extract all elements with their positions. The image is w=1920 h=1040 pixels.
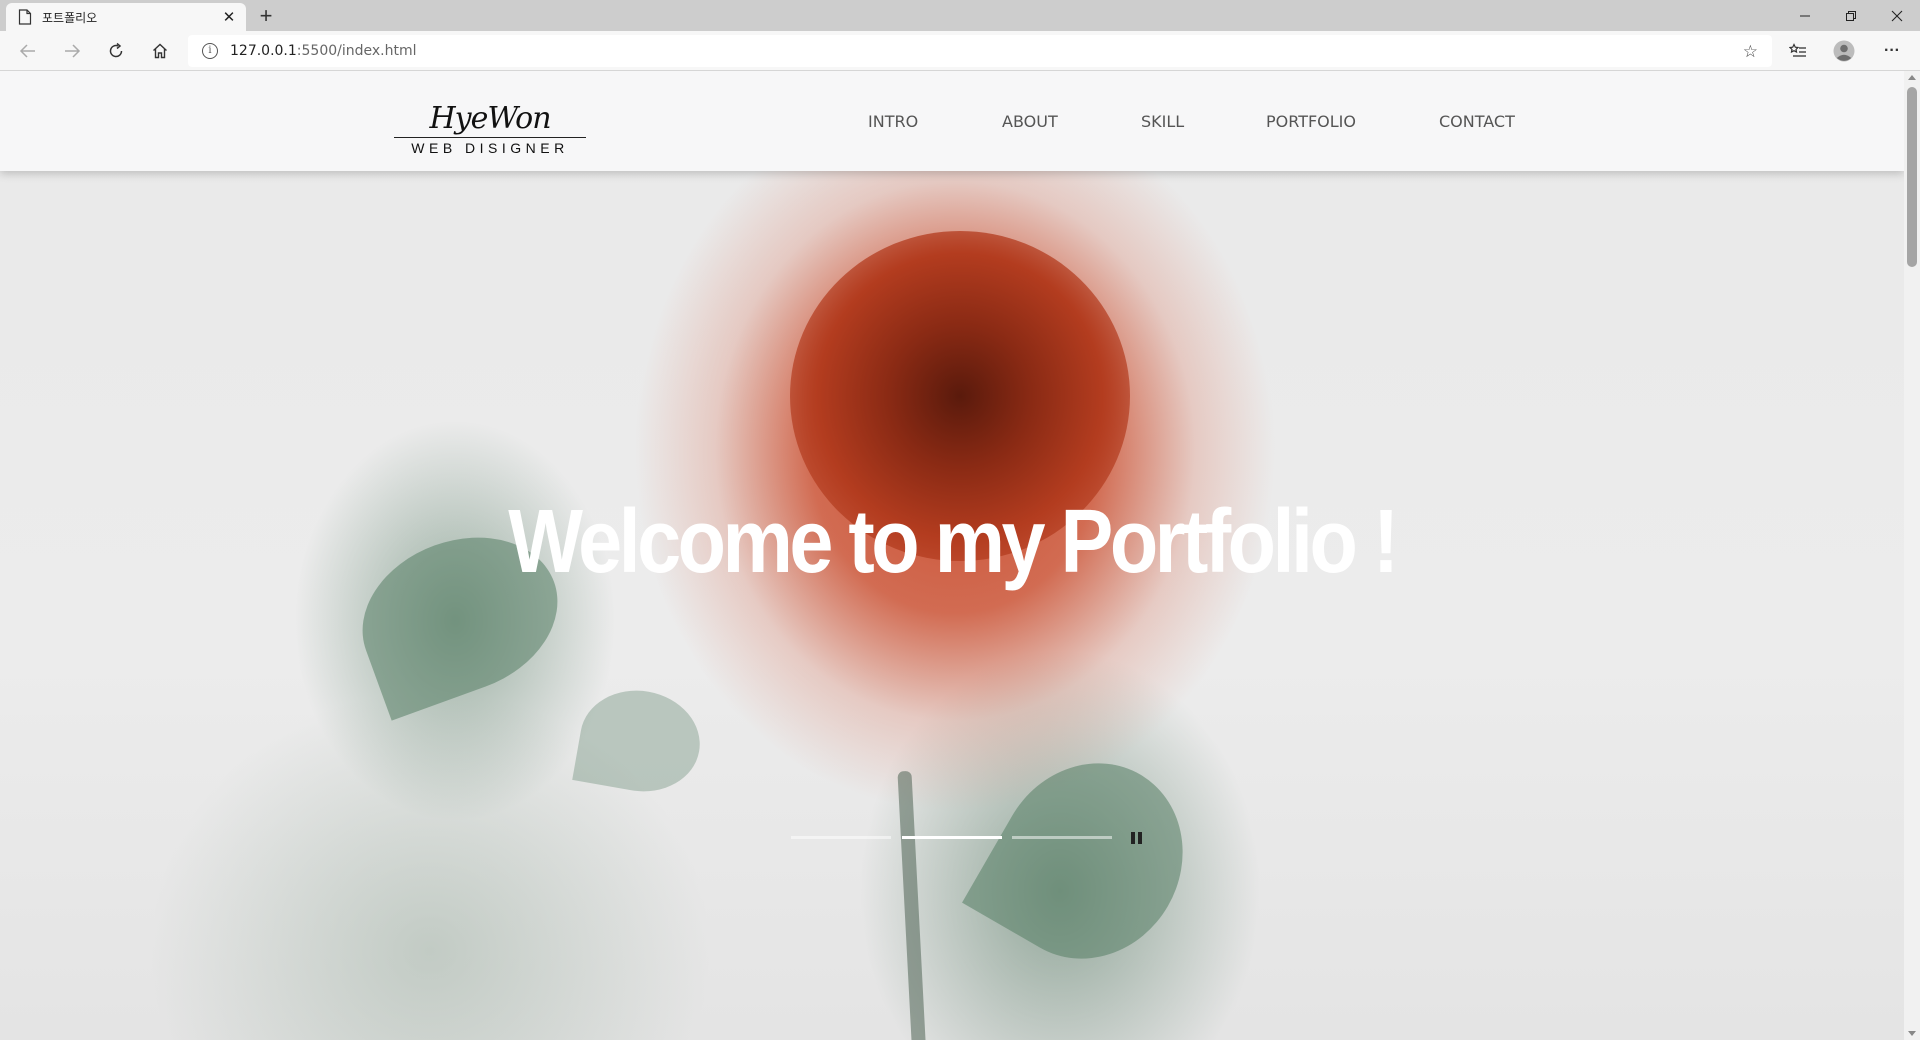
back-icon bbox=[19, 44, 35, 58]
back-button[interactable] bbox=[12, 36, 44, 66]
nav-about[interactable]: ABOUT bbox=[1002, 112, 1058, 131]
pause-icon[interactable] bbox=[1131, 832, 1143, 844]
tab-title: 포트폴리오 bbox=[42, 10, 98, 25]
nav-contact[interactable]: CONTACT bbox=[1439, 112, 1515, 131]
refresh-button[interactable] bbox=[100, 36, 132, 66]
scroll-down-icon[interactable] bbox=[1908, 1031, 1916, 1036]
logo-subtitle: WEB DISIGNER bbox=[411, 140, 569, 156]
forward-icon bbox=[65, 44, 81, 58]
document-icon bbox=[18, 9, 32, 25]
hero-headline: Welcome to my Portfolio ! bbox=[508, 492, 1399, 592]
nav-intro[interactable]: INTRO bbox=[868, 112, 918, 131]
info-icon[interactable]: i bbox=[202, 43, 218, 59]
close-window-button[interactable] bbox=[1874, 0, 1920, 31]
url-text[interactable]: 127.0.0.1:5500/index.html bbox=[230, 43, 417, 59]
main-nav: INTRO ABOUT SKILL PORTFOLIO CONTACT bbox=[0, 112, 1904, 132]
home-button[interactable] bbox=[144, 36, 176, 66]
restore-button[interactable] bbox=[1828, 0, 1874, 31]
browser-tab[interactable]: 포트폴리오 ✕ bbox=[6, 3, 246, 31]
nav-portfolio[interactable]: PORTFOLIO bbox=[1266, 112, 1356, 131]
site-header: HyeWon WEB DISIGNER INTRO ABOUT SKILL PO… bbox=[0, 71, 1904, 171]
browser-tabbar: 포트폴리오 ✕ + bbox=[0, 0, 1920, 31]
logo-divider bbox=[394, 137, 586, 138]
slider-bar-3[interactable] bbox=[1012, 836, 1112, 839]
leaf-shape bbox=[572, 681, 708, 801]
home-icon bbox=[153, 43, 167, 59]
new-tab-button[interactable]: + bbox=[252, 3, 280, 29]
minimize-icon bbox=[1800, 15, 1810, 16]
page-viewport: Welcome to my Portfolio ! HyeWon WEB DIS… bbox=[0, 71, 1920, 1040]
stem-shape bbox=[897, 770, 927, 1040]
scroll-up-icon[interactable] bbox=[1908, 75, 1916, 80]
address-bar[interactable]: i 127.0.0.1:5500/index.html ☆ bbox=[188, 35, 1772, 67]
profile-icon bbox=[1833, 40, 1855, 62]
minimize-button[interactable] bbox=[1782, 0, 1828, 31]
forward-button[interactable] bbox=[56, 36, 88, 66]
nav-skill[interactable]: SKILL bbox=[1141, 112, 1184, 131]
slider-bar-1[interactable] bbox=[791, 836, 891, 839]
refresh-icon bbox=[109, 42, 123, 58]
address-toolbar: i 127.0.0.1:5500/index.html ☆ ··· bbox=[0, 31, 1920, 71]
slider-bar-2[interactable] bbox=[902, 836, 1002, 839]
favorites-icon bbox=[1789, 43, 1806, 57]
hero-slider: Welcome to my Portfolio ! bbox=[0, 71, 1904, 1040]
leaf-shape bbox=[962, 729, 1218, 993]
restore-icon bbox=[1846, 10, 1856, 21]
close-icon bbox=[1891, 10, 1903, 21]
favorites-button[interactable] bbox=[1782, 36, 1814, 66]
more-icon[interactable]: ··· bbox=[1876, 36, 1908, 66]
url-host: 127.0.0.1 bbox=[230, 43, 297, 59]
star-icon[interactable]: ☆ bbox=[1743, 42, 1758, 62]
profile-button[interactable] bbox=[1828, 36, 1860, 66]
url-path: :5500/index.html bbox=[296, 43, 417, 59]
scroll-thumb[interactable] bbox=[1907, 87, 1917, 267]
tab-close-icon[interactable]: ✕ bbox=[220, 8, 238, 26]
page-scrollbar[interactable] bbox=[1904, 71, 1920, 1040]
